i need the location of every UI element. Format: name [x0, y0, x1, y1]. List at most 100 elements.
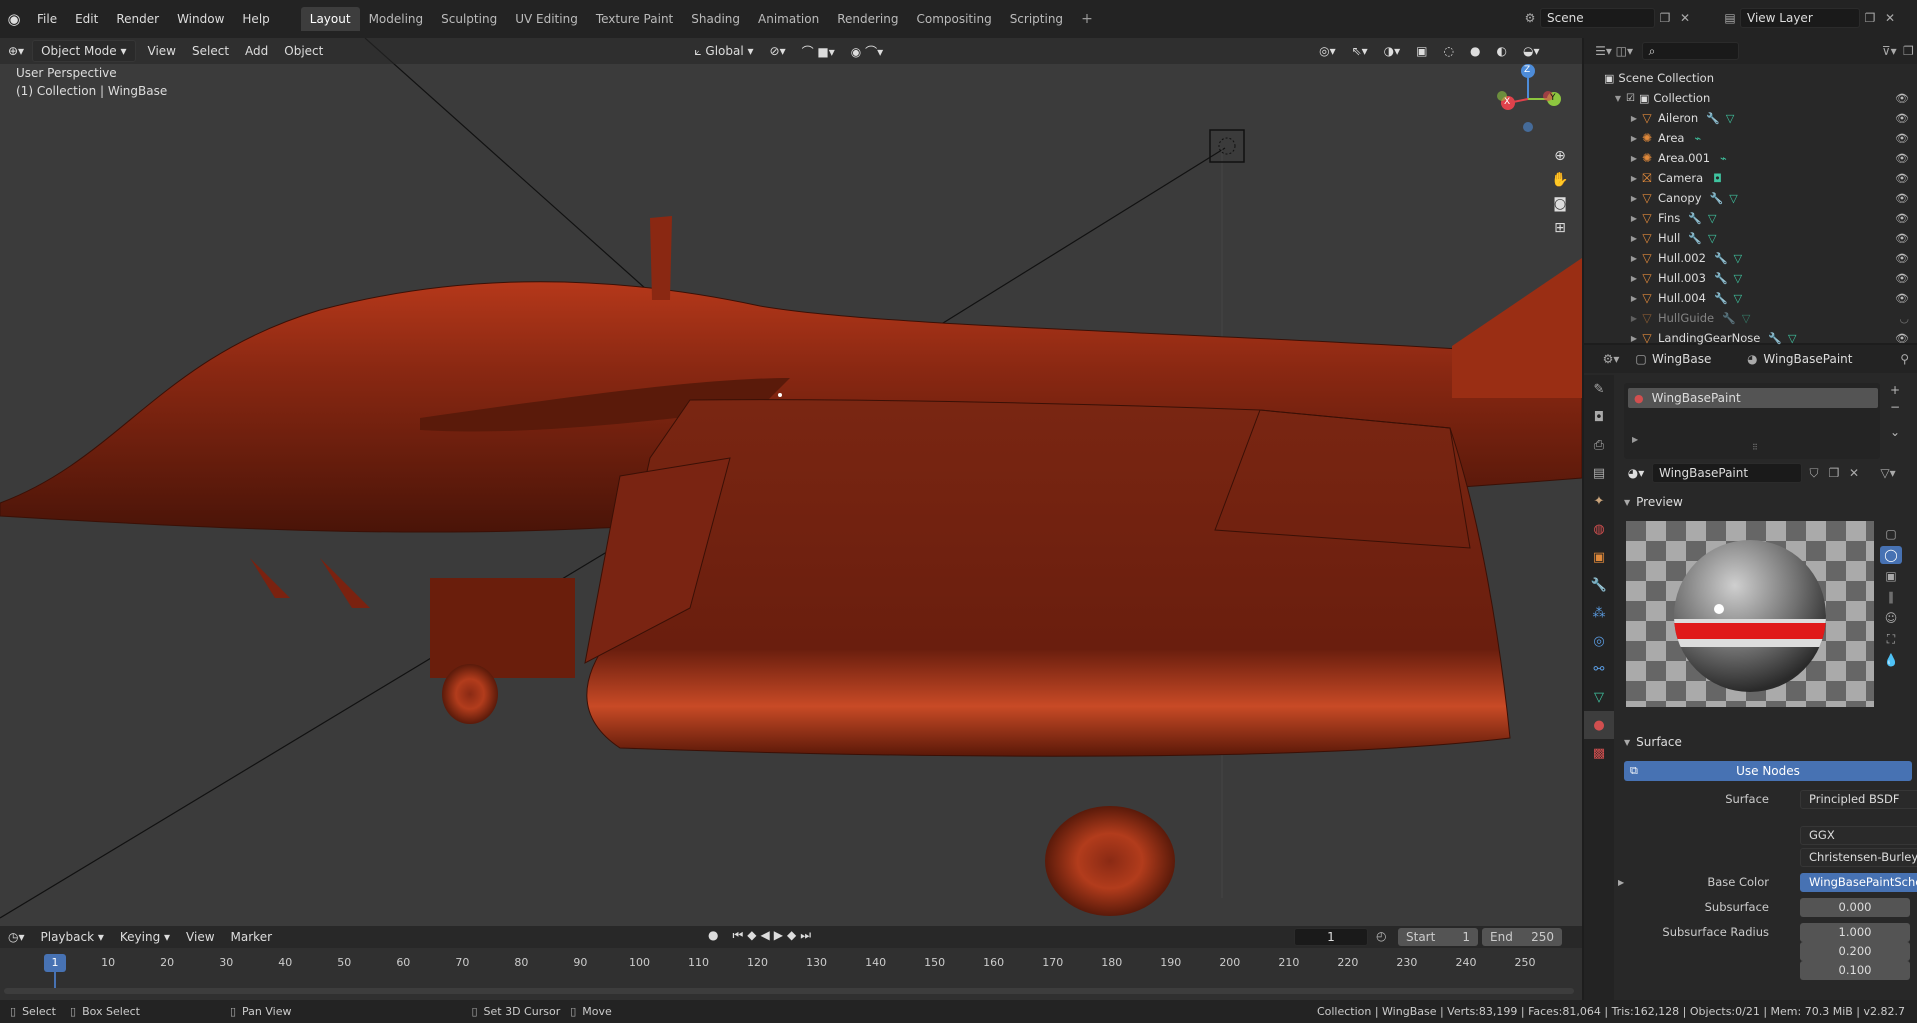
- tab-compositing[interactable]: Compositing: [907, 7, 1000, 31]
- modifier-icon[interactable]: 🔧: [1714, 272, 1728, 285]
- record-icon[interactable]: ●: [708, 928, 718, 943]
- outliner-item-hull-004[interactable]: ▶ ▽ Hull.004 🔧 ▽ 👁: [1584, 288, 1917, 308]
- tab-uv-editing[interactable]: UV Editing: [506, 7, 587, 31]
- menu-window[interactable]: Window: [168, 12, 233, 26]
- world-tab-icon[interactable]: ◍: [1584, 515, 1614, 543]
- checkbox-icon[interactable]: ☑: [1626, 93, 1635, 104]
- menu-file[interactable]: File: [28, 12, 66, 26]
- mesh-data-icon[interactable]: ▽: [1729, 192, 1737, 205]
- modifier-icon[interactable]: 🔧: [1722, 312, 1736, 325]
- marker-menu[interactable]: Marker: [223, 927, 280, 947]
- surface-panel-header[interactable]: ▼ Surface: [1624, 735, 1682, 749]
- preview-fluid-icon[interactable]: 💧: [1880, 651, 1902, 669]
- expand-icon[interactable]: ▶: [1628, 134, 1640, 143]
- eye-icon[interactable]: 👁: [1895, 212, 1909, 225]
- light-data-icon[interactable]: ⌁: [1720, 152, 1727, 165]
- constraints-tab-icon[interactable]: ⚯: [1584, 655, 1614, 683]
- eye-icon[interactable]: 👁: [1895, 192, 1909, 205]
- properties-type-icon[interactable]: ⚙▾: [1598, 352, 1624, 366]
- link-type-icon[interactable]: ▽▾: [1876, 466, 1900, 480]
- mesh-data-icon[interactable]: ▽: [1742, 312, 1750, 325]
- new-view-layer-icon[interactable]: ❐: [1860, 11, 1880, 25]
- eye-icon[interactable]: 👁: [1895, 92, 1909, 105]
- menu-render[interactable]: Render: [107, 12, 168, 26]
- mesh-data-icon[interactable]: ▽: [1734, 292, 1742, 305]
- menu-select[interactable]: Select: [184, 41, 237, 61]
- tab-shading[interactable]: Shading: [682, 7, 749, 31]
- jump-start-icon[interactable]: ⏮: [732, 928, 743, 943]
- render-tab-icon[interactable]: ◘: [1584, 403, 1614, 431]
- preview-cube-icon[interactable]: ▣: [1880, 567, 1902, 585]
- duplicate-material-icon[interactable]: ❐: [1826, 466, 1842, 480]
- delete-view-layer-icon[interactable]: ✕: [1880, 11, 1900, 25]
- tab-rendering[interactable]: Rendering: [828, 7, 907, 31]
- modifier-tab-icon[interactable]: 🔧: [1584, 571, 1614, 599]
- wing[interactable]: [586, 399, 1511, 757]
- menu-object[interactable]: Object: [276, 41, 331, 61]
- navigation-gizmo[interactable]: Z Y X: [1492, 63, 1562, 133]
- modifier-icon[interactable]: 🔧: [1768, 332, 1782, 345]
- scene-name-field[interactable]: Scene: [1540, 8, 1655, 28]
- expand-icon[interactable]: ▶: [1628, 254, 1640, 263]
- view-layer-tab-icon[interactable]: ▤: [1584, 459, 1614, 487]
- eye-icon[interactable]: 👁: [1895, 132, 1909, 145]
- shading-solid-icon[interactable]: ●: [1462, 41, 1488, 61]
- gizmo-icon[interactable]: ⇖▾: [1344, 41, 1376, 61]
- camera-data-icon[interactable]: ◘: [1713, 172, 1722, 185]
- outliner-item-hull-003[interactable]: ▶ ▽ Hull.003 🔧 ▽ 👁: [1584, 268, 1917, 288]
- eye-icon[interactable]: 👁: [1895, 112, 1909, 125]
- light-data-icon[interactable]: ⌁: [1694, 132, 1701, 145]
- scene-tab-icon[interactable]: ✦: [1584, 487, 1614, 515]
- shading-wire-icon[interactable]: ◌: [1436, 41, 1462, 61]
- expand-icon[interactable]: ▶: [1628, 334, 1640, 343]
- playback-menu[interactable]: Playback ▾: [33, 927, 112, 947]
- remove-slot-icon[interactable]: −: [1890, 400, 1900, 414]
- tab-scripting[interactable]: Scripting: [1001, 7, 1072, 31]
- expand-icon[interactable]: ▶: [1628, 314, 1640, 323]
- snap-icon[interactable]: ⌒ ■▾: [794, 40, 843, 63]
- modifier-icon[interactable]: 🔧: [1714, 292, 1728, 305]
- pan-hand-icon[interactable]: ✋: [1551, 172, 1568, 188]
- grid-view-icon[interactable]: ⊞: [1554, 220, 1566, 236]
- view-layer-icon[interactable]: ▤: [1720, 11, 1740, 25]
- preview-hair-icon[interactable]: ∥: [1880, 588, 1902, 606]
- output-tab-icon[interactable]: ⎙: [1584, 431, 1614, 459]
- surface-shader-dropdown[interactable]: Principled BSDF○: [1800, 789, 1917, 809]
- prev-keyframe-icon[interactable]: ◆: [747, 928, 756, 943]
- modifier-icon[interactable]: 🔧: [1710, 192, 1724, 205]
- object-tab-icon[interactable]: ▣: [1584, 543, 1614, 571]
- filter-icon[interactable]: ⊽▾: [1879, 44, 1900, 58]
- eye-icon[interactable]: 👁: [1895, 292, 1909, 305]
- expand-icon[interactable]: ▶: [1628, 114, 1640, 123]
- camera-view-icon[interactable]: ◙: [1553, 196, 1567, 212]
- resize-handle-icon[interactable]: ⠿: [1752, 443, 1758, 452]
- outliner-item-hullguide[interactable]: ▶ ▽ HullGuide 🔧 ▽ ◡: [1584, 308, 1917, 328]
- outliner-item-camera[interactable]: ▶ ⛝ Camera ◘ 👁: [1584, 168, 1917, 188]
- outliner-item-fins[interactable]: ▶ ▽ Fins 🔧 ▽ 👁: [1584, 208, 1917, 228]
- slot-expand-icon[interactable]: ▶: [1632, 435, 1638, 444]
- modifier-icon[interactable]: 🔧: [1688, 212, 1702, 225]
- delete-scene-icon[interactable]: ✕: [1675, 11, 1695, 25]
- blender-logo-icon[interactable]: ◉: [0, 0, 28, 38]
- editor-type-icon[interactable]: ⊕▾: [0, 41, 32, 61]
- outliner-item-hull[interactable]: ▶ ▽ Hull 🔧 ▽ 👁: [1584, 228, 1917, 248]
- physics-tab-icon[interactable]: ◎: [1584, 627, 1614, 655]
- outliner-item-aileron[interactable]: ▶ ▽ Aileron 🔧 ▽ 👁: [1584, 108, 1917, 128]
- modifier-icon[interactable]: 🔧: [1714, 252, 1728, 265]
- tab-layout[interactable]: Layout: [300, 7, 360, 31]
- mode-dropdown[interactable]: Object Mode ▾: [32, 40, 136, 62]
- preview-panel-header[interactable]: ▼ Preview: [1624, 495, 1683, 509]
- timeline-type-icon[interactable]: ◷▾: [0, 927, 33, 947]
- expand-icon[interactable]: ▶: [1628, 274, 1640, 283]
- tab-animation[interactable]: Animation: [749, 7, 828, 31]
- tab-sculpting[interactable]: Sculpting: [432, 7, 506, 31]
- preview-sphere-icon[interactable]: ◯: [1880, 546, 1902, 564]
- stopwatch-icon[interactable]: ◴: [1376, 929, 1386, 943]
- mesh-data-icon[interactable]: ▽: [1708, 212, 1716, 225]
- fake-user-icon[interactable]: ⛉: [1806, 466, 1822, 481]
- eye-icon[interactable]: ◡: [1899, 312, 1909, 325]
- expand-icon[interactable]: ▶: [1628, 234, 1640, 243]
- expand-icon[interactable]: ▶: [1628, 154, 1640, 163]
- use-nodes-button[interactable]: ⧉ Use Nodes: [1624, 761, 1912, 781]
- eye-icon[interactable]: 👁: [1895, 232, 1909, 245]
